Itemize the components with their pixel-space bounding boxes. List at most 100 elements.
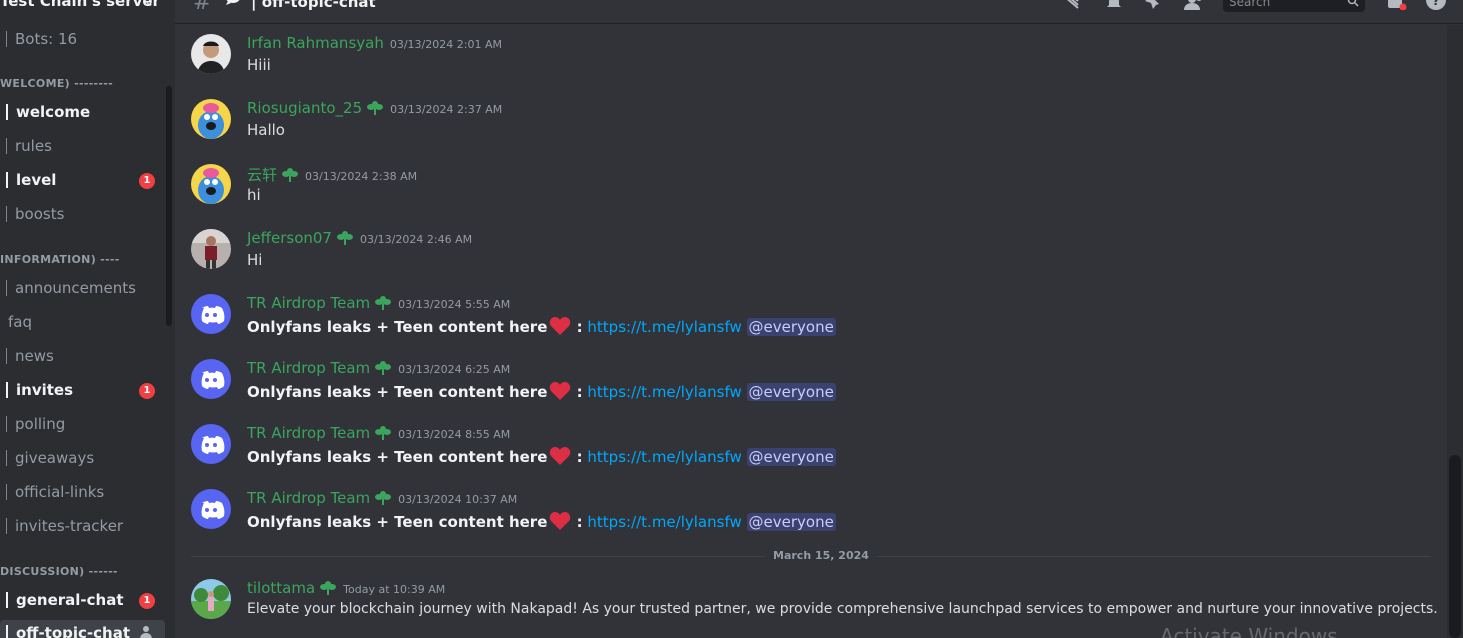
sidebar-item-giveaways[interactable]: giveaways <box>0 445 165 471</box>
sidebar-item-invites-tracker[interactable]: invites-tracker <box>0 513 165 539</box>
message-colon: : <box>571 448 583 466</box>
hash-icon: # <box>193 0 212 15</box>
sidebar-item-off-topic-chat[interactable]: off-topic-chat <box>0 620 165 638</box>
pin-icon[interactable] <box>1143 0 1165 10</box>
category-welcome[interactable]: WELCOME) -------- <box>0 77 113 90</box>
avatar[interactable] <box>191 294 231 334</box>
search-input[interactable]: Search <box>1223 0 1365 12</box>
channel-label: boosts <box>15 205 65 223</box>
bots-count: Bots: 16 <box>0 26 165 52</box>
channel-label: rules <box>15 137 52 155</box>
channel-bar <box>6 348 7 364</box>
username[interactable]: Jefferson07 <box>247 229 332 247</box>
sidebar-item-polling[interactable]: polling <box>0 411 165 437</box>
avatar[interactable] <box>191 359 231 399</box>
sidebar-item-faq[interactable]: faq <box>0 309 165 335</box>
message-header: TR Airdrop Team 03/13/2024 10:37 AM <box>247 489 517 507</box>
username[interactable]: Irfan Rahmansyah <box>247 34 384 52</box>
channel-label: general-chat <box>16 591 124 609</box>
avatar[interactable] <box>191 164 231 204</box>
sprout-badge-icon <box>367 101 384 115</box>
mention-everyone[interactable]: @everyone <box>746 383 836 401</box>
avatar[interactable] <box>191 489 231 529</box>
channel-bar <box>6 104 8 120</box>
date-divider: March 15, 2024 <box>765 549 877 562</box>
sidebar-item-welcome[interactable]: welcome <box>0 99 165 125</box>
unread-badge: 1 <box>139 173 155 189</box>
sidebar-item-general-chat[interactable]: general-chat 1 <box>0 587 165 613</box>
discord-logo-icon <box>191 294 231 334</box>
message-link[interactable]: https://t.me/lylansfw <box>587 383 741 401</box>
message-content: Onlyfans leaks + Teen content here : htt… <box>247 381 836 401</box>
message: Riosugianto_25 03/13/2024 2:37 AM Hallo <box>175 90 1445 150</box>
unread-badge: 1 <box>139 593 155 609</box>
category-discussion[interactable]: DISCUSSION) ------ <box>0 565 118 578</box>
blue-creature-avatar-icon <box>191 99 231 139</box>
svg-text:?: ? <box>1433 0 1440 8</box>
username[interactable]: 云轩 <box>247 166 277 184</box>
mention-everyone[interactable]: @everyone <box>746 318 836 336</box>
username[interactable]: TR Airdrop Team <box>247 424 370 442</box>
channel-bar <box>6 138 7 154</box>
avatar[interactable] <box>191 229 231 269</box>
username[interactable]: TR Airdrop Team <box>247 489 370 507</box>
channel-label: announcements <box>15 279 136 297</box>
landscape-photo-icon <box>191 579 231 619</box>
inbox-icon[interactable] <box>1385 0 1407 10</box>
channel-label: off-topic-chat <box>16 624 131 638</box>
message-content: Hallo <box>247 121 285 139</box>
mention-everyone[interactable]: @everyone <box>746 513 836 531</box>
message: TR Airdrop Team 03/13/2024 6:25 AM Onlyfa… <box>175 350 1445 410</box>
sidebar-item-announcements[interactable]: announcements <box>0 275 165 301</box>
message-header: Irfan Rahmansyah 03/13/2024 2:01 AM <box>247 34 502 52</box>
username[interactable]: Riosugianto_25 <box>247 99 362 117</box>
server-title[interactable]: Test Chain's server <box>0 0 160 10</box>
channel-bar <box>6 416 7 432</box>
avatar[interactable] <box>191 34 231 74</box>
sprout-badge-icon <box>320 581 337 595</box>
sidebar-item-news[interactable]: news <box>0 343 165 369</box>
sidebar-item-rules[interactable]: rules <box>0 133 165 159</box>
help-icon[interactable]: ? <box>1425 0 1447 10</box>
username[interactable]: TR Airdrop Team <box>247 294 370 312</box>
username[interactable]: tilottama <box>247 579 315 597</box>
message-link[interactable]: https://t.me/lylansfw <box>587 513 741 531</box>
avatar[interactable] <box>191 99 231 139</box>
message-link[interactable]: https://t.me/lylansfw <box>587 448 741 466</box>
category-information[interactable]: INFORMATION) ---- <box>0 253 120 266</box>
timestamp: 03/13/2024 8:55 AM <box>398 428 511 441</box>
add-member-icon[interactable] <box>139 625 153 638</box>
avatar[interactable] <box>191 579 231 619</box>
message: 云轩 03/13/2024 2:38 AM hi <box>175 155 1445 215</box>
message-link[interactable]: https://t.me/lylansfw <box>587 318 741 336</box>
channel-bar <box>6 382 8 398</box>
heart-emoji-icon <box>550 447 571 465</box>
sidebar-item-level[interactable]: level 1 <box>0 167 165 193</box>
message: TR Airdrop Team 03/13/2024 5:55 AM Onlyfa… <box>175 285 1445 345</box>
channel-bar <box>6 172 8 188</box>
threads-icon[interactable] <box>1061 0 1083 10</box>
timestamp: 03/13/2024 5:55 AM <box>398 298 511 311</box>
channel-label: invites-tracker <box>15 517 124 535</box>
member-list-icon[interactable] <box>1183 0 1205 10</box>
timestamp: 03/13/2024 6:25 AM <box>398 363 511 376</box>
sidebar-scrollbar[interactable] <box>166 86 172 326</box>
bell-icon[interactable] <box>1103 0 1125 10</box>
discord-logo-icon <box>191 359 231 399</box>
avatar[interactable] <box>191 424 231 464</box>
message: tilottama Today at 10:39 AM Elevate your … <box>175 570 1445 630</box>
sprout-badge-icon <box>282 168 299 182</box>
sidebar-item-official-links[interactable]: official-links <box>0 479 165 505</box>
mention-everyone[interactable]: @everyone <box>746 448 836 466</box>
username[interactable]: TR Airdrop Team <box>247 359 370 377</box>
channel-label: polling <box>15 415 66 433</box>
channel-label: welcome <box>16 103 91 121</box>
chevron-down-icon[interactable]: ⌄ <box>144 0 154 8</box>
message-scrollbar-thumb[interactable] <box>1449 455 1461 638</box>
sidebar-item-boosts[interactable]: boosts <box>0 201 165 227</box>
channel-label: level <box>16 171 57 189</box>
message-header: 云轩 03/13/2024 2:38 AM <box>247 164 417 185</box>
sidebar-item-invites[interactable]: invites 1 <box>0 377 165 403</box>
timestamp: 03/13/2024 2:38 AM <box>305 170 418 183</box>
channel-bar <box>6 592 8 608</box>
